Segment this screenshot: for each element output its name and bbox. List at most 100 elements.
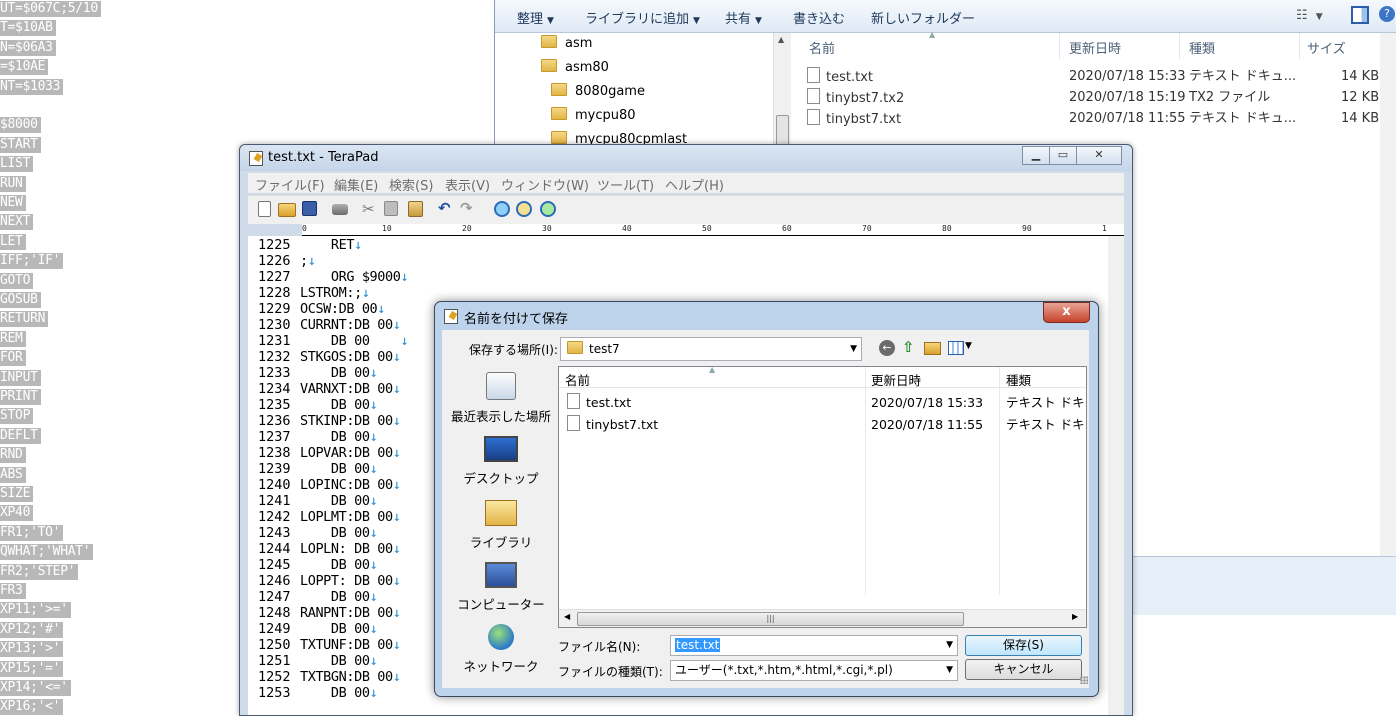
print-icon[interactable]	[332, 204, 348, 215]
view-options-icon[interactable]: ☷ ▼	[1296, 8, 1323, 23]
table-row[interactable]: tinybst7.txt 2020/07/18 11:55 テキスト ドキュ..…	[807, 109, 1379, 129]
line-number: 1236	[258, 413, 291, 429]
look-in-dropdown[interactable]: test7 ▼	[560, 337, 862, 361]
save-button[interactable]: 保存(S)	[965, 635, 1082, 656]
explorer-scrollbar[interactable]	[1380, 33, 1396, 556]
cancel-button[interactable]: キャンセル	[965, 659, 1082, 680]
dialog-file-list[interactable]: 名前 ▲ 更新日時 種類 test.txt 2020/07/18 15:33 テ…	[558, 365, 1087, 628]
redo-icon[interactable]: ↷	[460, 201, 476, 217]
libraries-icon	[485, 500, 517, 526]
find-next-icon[interactable]	[540, 201, 556, 217]
folder-icon	[541, 35, 557, 48]
place-desktop[interactable]: デスクトップ	[445, 436, 557, 487]
code-line: DB 00↓	[300, 653, 378, 669]
code-text: DB 00	[300, 557, 370, 573]
burn-button[interactable]: 書き込む	[793, 8, 845, 27]
file-name-input[interactable]: test.txt ▼	[670, 635, 958, 656]
add-to-library-button[interactable]: ライブラリに追加 ▼	[585, 8, 700, 27]
text-file-icon	[567, 393, 580, 409]
find-icon[interactable]	[494, 201, 510, 217]
column-header-name[interactable]: 名前	[565, 370, 590, 389]
open-folder-icon[interactable]	[278, 203, 296, 217]
up-folder-icon[interactable]: ⇧	[902, 340, 918, 356]
tree-item-8080game[interactable]: 8080game	[551, 81, 645, 103]
column-header-size[interactable]: サイズ	[1307, 38, 1346, 57]
list-item[interactable]: test.txt 2020/07/18 15:33 テキスト ドキ...	[567, 393, 1086, 413]
code-line: NEW	[0, 195, 26, 211]
file-type: テキスト ドキ...	[1006, 395, 1086, 410]
menu-view[interactable]: 表示(V)	[445, 175, 490, 194]
table-row[interactable]: tinybst7.tx2 2020/07/18 15:19 TX2 ファイル 1…	[807, 88, 1379, 108]
newline-mark-icon: ↓	[400, 333, 409, 349]
preview-pane-icon[interactable]	[1351, 6, 1369, 24]
place-libraries[interactable]: ライブラリ	[445, 500, 557, 551]
place-network[interactable]: ネットワーク	[445, 624, 557, 675]
column-header-name[interactable]: 名前	[809, 38, 835, 57]
chevron-down-icon[interactable]: ▼	[946, 661, 953, 680]
tree-item-asm80[interactable]: asm80	[541, 57, 609, 79]
share-button[interactable]: 共有 ▼	[725, 8, 762, 27]
help-icon[interactable]: ?	[1379, 6, 1395, 22]
close-button[interactable]: ✕	[1076, 146, 1122, 165]
scroll-right-arrow-icon[interactable]: ▶	[1072, 612, 1078, 621]
scroll-up-arrow-icon[interactable]: ▲	[778, 35, 784, 44]
save-icon[interactable]	[302, 201, 317, 216]
tree-item-mycpu80[interactable]: mycpu80	[551, 105, 636, 127]
column-header-type[interactable]: 種類	[1189, 38, 1215, 57]
place-computer[interactable]: コンピューター	[445, 562, 557, 613]
new-folder-button[interactable]: 新しいフォルダー	[871, 8, 975, 27]
desktop-icon	[484, 436, 518, 462]
chevron-down-icon[interactable]: ▼	[946, 636, 953, 655]
editor-scrollbar[interactable]	[1108, 236, 1124, 715]
menu-edit[interactable]: 編集(E)	[334, 175, 378, 194]
minimize-button[interactable]: ▁	[1022, 146, 1050, 165]
back-icon[interactable]: ←	[879, 340, 895, 356]
dialog-close-button[interactable]: x	[1043, 302, 1090, 323]
new-folder-icon[interactable]	[924, 342, 941, 355]
menu-file[interactable]: ファイル(F)	[255, 175, 325, 194]
scroll-left-arrow-icon[interactable]: ◀	[564, 612, 570, 621]
code-line: QWHAT;'WHAT'	[0, 544, 94, 561]
menu-help[interactable]: ヘルプ(H)	[665, 175, 724, 194]
cut-icon[interactable]: ✂	[362, 201, 378, 217]
column-header-date[interactable]: 更新日時	[1069, 38, 1121, 57]
new-file-icon[interactable]	[258, 201, 271, 217]
menu-tools[interactable]: ツール(T)	[597, 175, 654, 194]
file-type-select[interactable]: ユーザー(*.txt,*.htm,*.html,*.cgi,*.pl) ▼	[670, 660, 958, 681]
undo-icon[interactable]: ↶	[438, 201, 454, 217]
menu-search[interactable]: 検索(S)	[389, 175, 433, 194]
horizontal-scroll-thumb[interactable]: |||	[577, 612, 964, 626]
folder-tree: asm asm80 8080game mycpu80 mycpu80cpmlas…	[495, 33, 791, 153]
view-menu-icon[interactable]	[948, 341, 964, 355]
ruler-label: 80	[942, 224, 952, 233]
paste-icon[interactable]	[408, 201, 423, 217]
look-in-label: 保存する場所(I):	[469, 343, 558, 357]
code-line: FR2;'STEP'	[0, 563, 79, 580]
terapad-titlebar: test.txt - TeraPad ▁ ▭ ✕	[240, 145, 1132, 171]
tree-item-asm[interactable]: asm	[541, 33, 592, 55]
place-recent[interactable]: 最近表示した場所	[445, 372, 557, 425]
code-line: STOP	[0, 408, 34, 425]
line-number: 1240	[258, 477, 291, 493]
code-line: XP15;'='	[0, 660, 64, 677]
column-header-date[interactable]: 更新日時	[871, 370, 921, 389]
column-header-type[interactable]: 種類	[1006, 370, 1031, 389]
view-menu-caret-icon[interactable]: ▼	[965, 341, 972, 351]
list-horizontal-scrollbar[interactable]: ◀ ||| ▶	[559, 609, 1086, 627]
code-line: START	[0, 136, 41, 153]
list-item[interactable]: tinybst7.txt 2020/07/18 11:55 テキスト ドキ...	[567, 415, 1086, 435]
find-prev-icon[interactable]	[516, 201, 532, 217]
file-type-label: ファイルの種類(T):	[558, 665, 663, 679]
resize-grip-icon[interactable]	[1080, 676, 1088, 684]
tree-scrollbar[interactable]: ▲	[773, 33, 791, 153]
table-row[interactable]: test.txt 2020/07/18 15:33 テキスト ドキュ... 14…	[807, 67, 1379, 87]
organize-button[interactable]: 整理 ▼	[517, 8, 554, 27]
code-line: FR3	[0, 583, 26, 599]
line-number: 1245	[258, 557, 291, 573]
line-number: 1234	[258, 381, 291, 397]
line-number: 1237	[258, 429, 291, 445]
maximize-button[interactable]: ▭	[1049, 146, 1077, 165]
menu-window[interactable]: ウィンドウ(W)	[501, 175, 589, 194]
line-number: 1227	[258, 269, 291, 285]
copy-icon[interactable]	[384, 201, 398, 216]
